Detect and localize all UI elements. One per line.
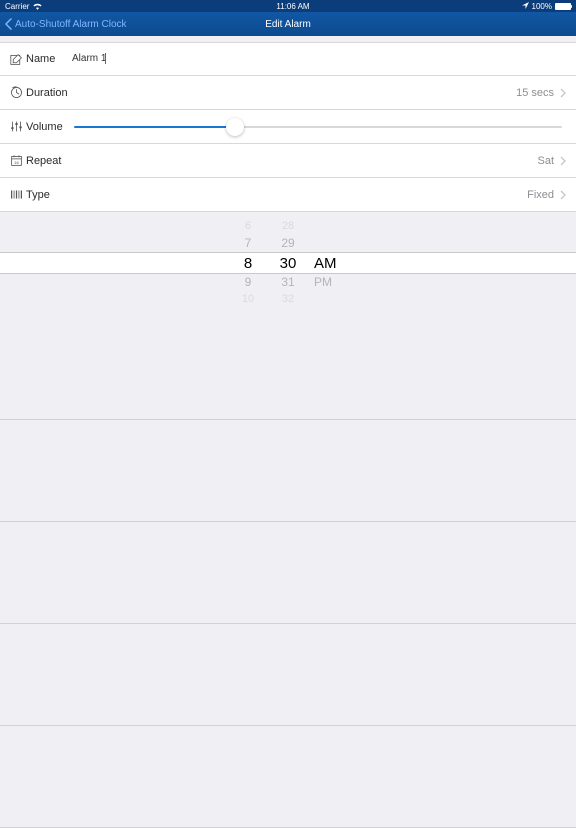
clock-icon: [10, 86, 26, 99]
nav-bar: Auto-Shutoff Alarm Clock Edit Alarm: [0, 12, 576, 36]
sliders-icon: [10, 120, 26, 133]
time-picker[interactable]: 6 28 7 29 8 30 AM 9 31 PM 10 32: [0, 212, 576, 318]
svg-text:16: 16: [14, 160, 19, 165]
picker-hour[interactable]: 7: [228, 235, 268, 252]
volume-slider[interactable]: [74, 117, 562, 137]
back-button[interactable]: Auto-Shutoff Alarm Clock: [0, 18, 127, 30]
repeat-value: Sat: [537, 155, 554, 167]
picker-hour[interactable]: 6: [228, 218, 268, 235]
picker-minute-selected[interactable]: 30: [268, 253, 308, 273]
picker-minute[interactable]: 32: [268, 291, 308, 308]
picker-ampm[interactable]: PM: [308, 274, 348, 291]
chevron-right-icon: [560, 190, 566, 200]
name-input[interactable]: Alarm 1: [72, 53, 106, 64]
picker-hour[interactable]: 9: [228, 274, 268, 291]
back-label: Auto-Shutoff Alarm Clock: [15, 19, 127, 30]
picker-hour[interactable]: 10: [228, 291, 268, 308]
compose-icon: [10, 53, 26, 66]
chevron-right-icon: [560, 156, 566, 166]
volume-label: Volume: [26, 121, 72, 133]
type-label: Type: [26, 189, 72, 201]
status-time: 11:06 AM: [5, 2, 576, 11]
calendar-icon: 16: [10, 154, 26, 167]
type-row[interactable]: Type Fixed: [0, 178, 576, 212]
chevron-right-icon: [560, 88, 566, 98]
repeat-label: Repeat: [26, 155, 72, 167]
battery-icon: [555, 3, 571, 10]
chevron-left-icon: [4, 18, 13, 30]
name-row[interactable]: Name Alarm 1: [0, 42, 576, 76]
duration-row[interactable]: Duration 15 secs: [0, 76, 576, 110]
duration-value: 15 secs: [516, 87, 554, 99]
barcode-icon: [10, 188, 26, 201]
picker-minute[interactable]: 29: [268, 235, 308, 252]
volume-row: Volume: [0, 110, 576, 144]
type-value: Fixed: [527, 189, 554, 201]
duration-label: Duration: [26, 87, 72, 99]
repeat-row[interactable]: 16 Repeat Sat: [0, 144, 576, 178]
status-bar: 11:06 AM Carrier 100%: [0, 0, 576, 12]
name-label: Name: [26, 53, 72, 65]
picker-hour-selected[interactable]: 8: [228, 253, 268, 273]
picker-minute[interactable]: 28: [268, 218, 308, 235]
picker-ampm-selected[interactable]: AM: [308, 253, 348, 273]
picker-minute[interactable]: 31: [268, 274, 308, 291]
spacer-section: [0, 318, 576, 828]
